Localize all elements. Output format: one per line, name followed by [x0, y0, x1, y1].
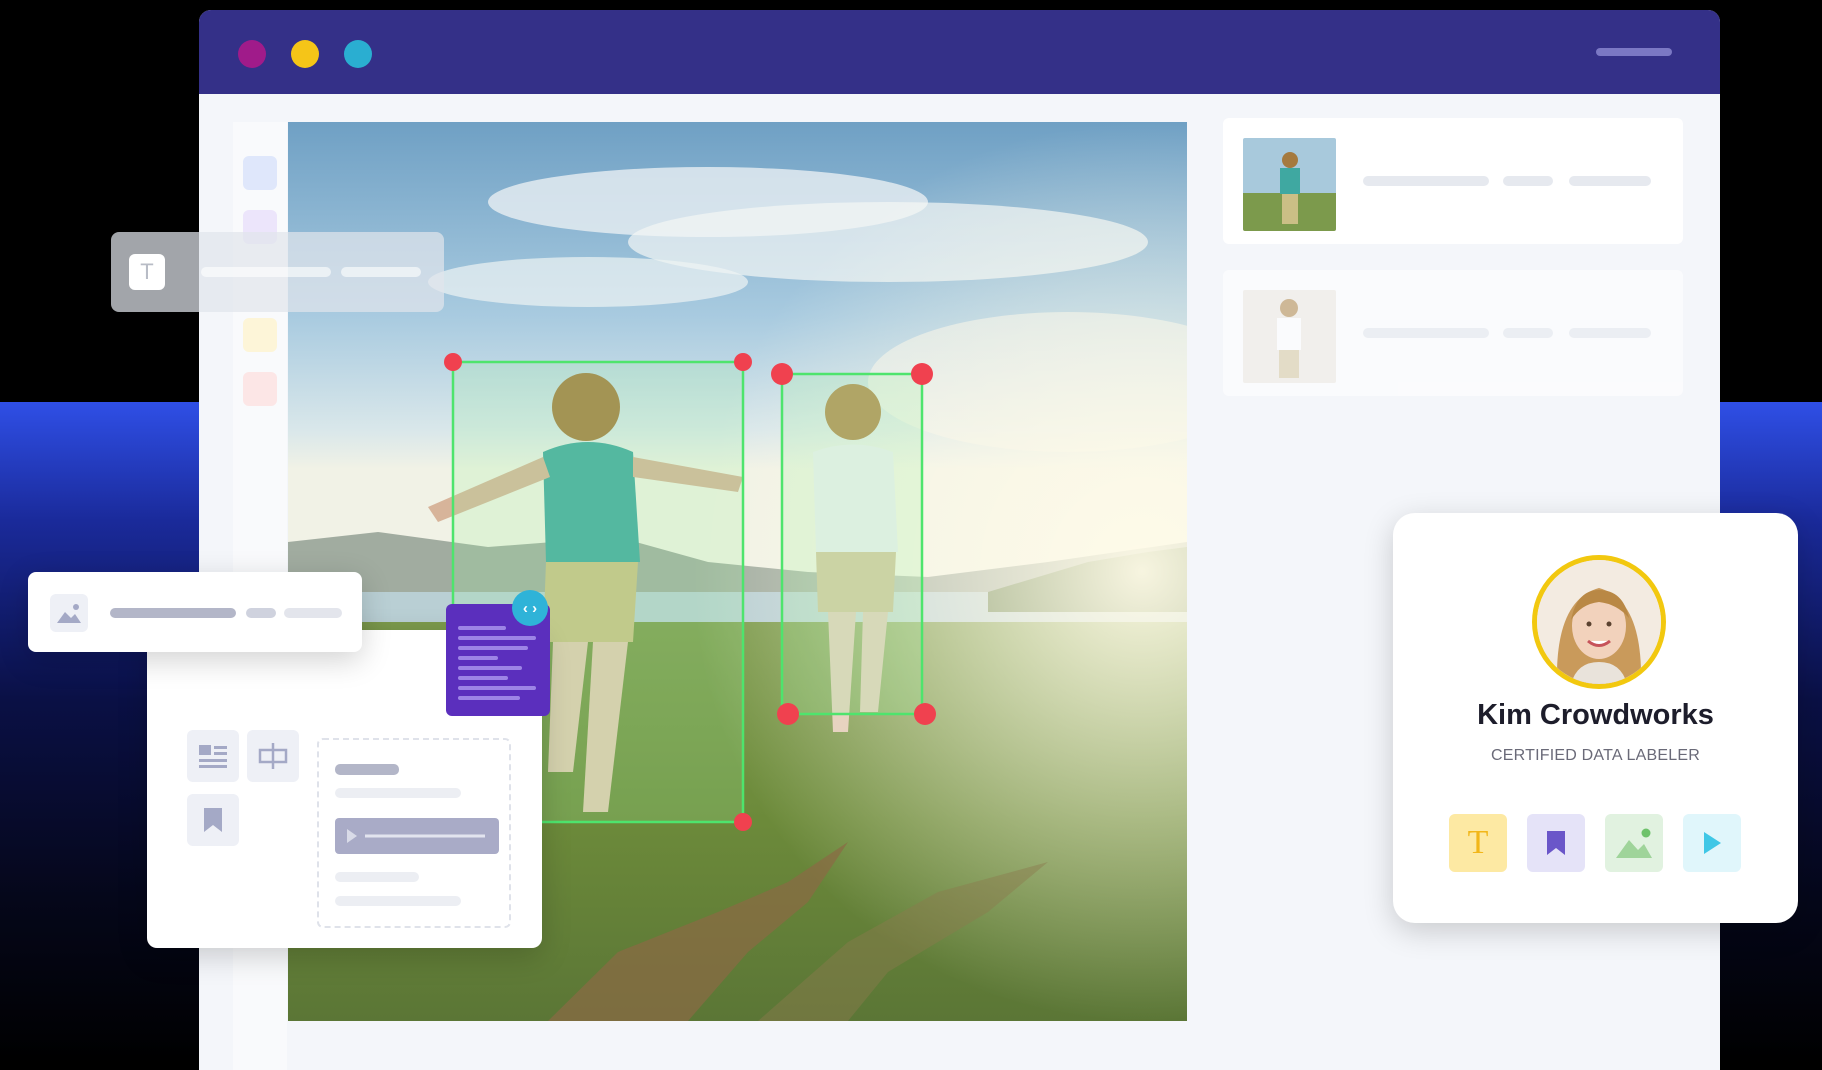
- tool-blue[interactable]: [243, 156, 277, 190]
- audio-player-bar[interactable]: [335, 818, 499, 854]
- labeler-name: Kim Crowdworks: [1477, 699, 1714, 731]
- placeholder-bar: [284, 608, 342, 618]
- placeholder-bar: [246, 608, 276, 618]
- floating-text-tool-card: T: [111, 232, 444, 312]
- placeholder-bar: [341, 267, 421, 277]
- placeholder-bar: [335, 872, 419, 882]
- labeler-role: CERTIFIED DATA LABELER: [1491, 747, 1700, 764]
- close-dot[interactable]: [238, 40, 266, 68]
- bbox-handle[interactable]: [734, 353, 752, 371]
- play-icon[interactable]: [335, 818, 499, 854]
- tool-pink[interactable]: [243, 372, 277, 406]
- result-card[interactable]: [1223, 270, 1683, 396]
- bookmark-icon[interactable]: [187, 794, 239, 846]
- text-icon[interactable]: T: [1449, 814, 1507, 872]
- image-row-card[interactable]: [28, 572, 362, 652]
- bbox-handle[interactable]: [911, 363, 933, 385]
- bbox-handle[interactable]: [771, 363, 793, 385]
- placeholder-bar: [110, 608, 236, 618]
- placeholder-bar: [335, 896, 461, 906]
- image-icon: [50, 594, 88, 632]
- play-icon[interactable]: [1683, 814, 1741, 872]
- avatar: [1532, 555, 1666, 689]
- placeholder-bar: [1363, 328, 1489, 338]
- text-icon[interactable]: T: [129, 254, 165, 290]
- bbox-handle[interactable]: [734, 813, 752, 831]
- labeler-profile-card: Kim Crowdworks CERTIFIED DATA LABELER T: [1393, 513, 1798, 923]
- result-card[interactable]: [1223, 118, 1683, 244]
- menu-line-icon[interactable]: [1596, 48, 1672, 56]
- placeholder-bar: [201, 267, 331, 277]
- media-placeholder: [317, 738, 511, 928]
- title-bar: [199, 10, 1720, 94]
- placeholder-bar: [1503, 176, 1553, 186]
- list-view-icon[interactable]: [187, 730, 239, 782]
- placeholder-bar: [1363, 176, 1489, 186]
- placeholder-bar: [335, 764, 399, 775]
- bbox-handle[interactable]: [914, 703, 936, 725]
- bbox-handle[interactable]: [444, 353, 462, 371]
- placeholder-bar: [1569, 328, 1651, 338]
- code-toggle-icon[interactable]: ‹ ›: [512, 590, 548, 626]
- bookmark-icon[interactable]: [1527, 814, 1585, 872]
- result-thumbnail: [1243, 290, 1336, 383]
- image-icon[interactable]: [1605, 814, 1663, 872]
- placeholder-bar: [335, 788, 461, 798]
- result-thumbnail: [1243, 138, 1336, 231]
- placeholder-bar: [1569, 176, 1651, 186]
- bbox-handle[interactable]: [777, 703, 799, 725]
- tool-yellow[interactable]: [243, 318, 277, 352]
- text-select-icon[interactable]: [247, 730, 299, 782]
- minimize-dot[interactable]: [291, 40, 319, 68]
- maximize-dot[interactable]: [344, 40, 372, 68]
- placeholder-bar: [1503, 328, 1553, 338]
